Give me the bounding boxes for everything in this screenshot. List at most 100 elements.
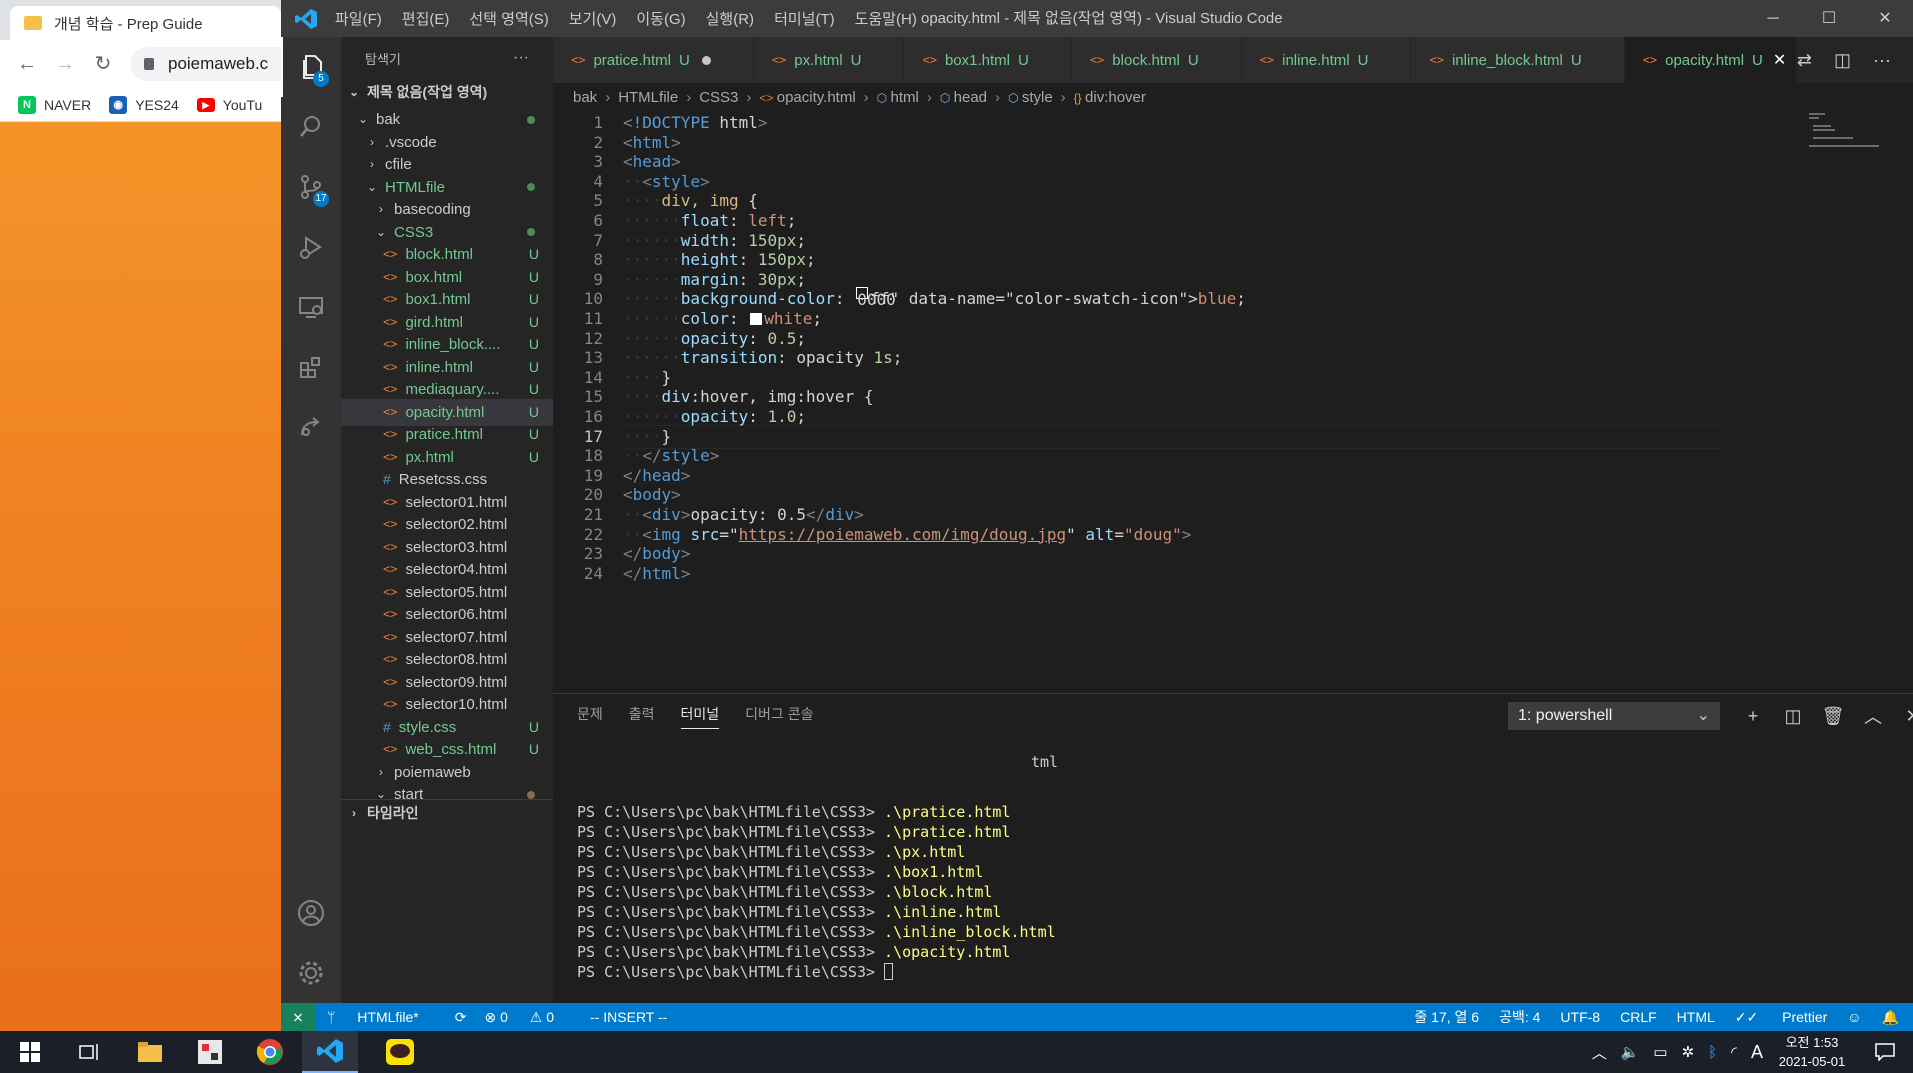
close-panel-icon[interactable]: ✕: [1893, 706, 1913, 727]
breadcrumb-item[interactable]: HTMLfile: [618, 89, 678, 106]
editor-tab[interactable]: <> inline.html U: [1241, 37, 1412, 83]
terminal[interactable]: tml PS C:\Users\pc\bak\HTMLfile\CSS3> .\…: [577, 752, 1897, 982]
breadcrumb-item[interactable]: CSS3: [699, 89, 738, 106]
code-line[interactable]: ··<img src="https://poiemaweb.com/img/do…: [623, 523, 1191, 547]
battery-icon[interactable]: ▭: [1653, 1043, 1667, 1061]
chevron-right-icon: ›: [1060, 88, 1066, 106]
git-branch[interactable]: ᛘ HTMLfile*: [327, 1009, 437, 1025]
new-terminal-icon[interactable]: +: [1733, 706, 1773, 727]
menu-run[interactable]: 실행(R): [706, 8, 754, 29]
windows-start-icon[interactable]: [2, 1031, 58, 1073]
language-mode[interactable]: HTML: [1677, 1009, 1715, 1025]
bookmark-youtube[interactable]: ▶ YouTu: [196, 97, 262, 113]
file-explorer-icon[interactable]: [122, 1031, 178, 1073]
warning-count: 0: [546, 1008, 555, 1025]
ime-indicator[interactable]: A: [1751, 1042, 1763, 1063]
notifications-bell-icon[interactable]: 🔔: [1882, 1009, 1899, 1026]
extensions-icon[interactable]: [281, 337, 341, 397]
bluetooth-icon[interactable]: ᛒ: [1708, 1044, 1717, 1061]
more-icon[interactable]: ···: [1873, 50, 1891, 71]
notification-center-icon[interactable]: [1857, 1031, 1913, 1073]
close-window-icon[interactable]: ✕: [1857, 0, 1913, 37]
wifi-icon[interactable]: ◜: [1731, 1043, 1737, 1061]
breadcrumb-item[interactable]: {} div:hover: [1074, 89, 1146, 106]
editor-tab[interactable]: <> pratice.html U: [553, 37, 754, 83]
explorer-icon[interactable]: 5: [281, 37, 341, 97]
source-control-icon[interactable]: 17: [281, 157, 341, 217]
back-arrow-icon[interactable]: ←: [16, 53, 38, 75]
search-icon[interactable]: [281, 97, 341, 157]
cursor-position[interactable]: 줄 17, 열 6: [1414, 1007, 1479, 1027]
menu-edit[interactable]: 편집(E): [402, 8, 450, 29]
minimize-icon[interactable]: ─: [1745, 0, 1801, 37]
sync-icon[interactable]: ⟳: [455, 1009, 467, 1026]
live-share-icon[interactable]: [281, 397, 341, 457]
breadcrumb-item[interactable]: ⬡ head: [940, 89, 987, 106]
minimap[interactable]: [1799, 111, 1899, 171]
tab-debug-console[interactable]: 디버그 콘솔: [745, 704, 813, 728]
remote-indicator-icon[interactable]: ⨯: [281, 1003, 315, 1031]
bookmark-naver[interactable]: N NAVER: [18, 95, 91, 114]
editor-tab[interactable]: <> box1.html U: [904, 37, 1072, 83]
split-editor-icon[interactable]: ◫: [1834, 50, 1851, 71]
prettier-status[interactable]: ✓✓ Prettier: [1735, 1009, 1827, 1026]
breadcrumb-item[interactable]: bak: [573, 89, 597, 106]
network-settings-icon[interactable]: ✲: [1682, 1043, 1695, 1061]
browser-tab[interactable]: 개념 학습 - Prep Guide: [10, 6, 281, 40]
forward-arrow-icon[interactable]: →: [54, 53, 76, 75]
workspace-root[interactable]: ⌄ 제목 없음(작업 영역): [341, 79, 553, 106]
kakaotalk-icon[interactable]: [372, 1031, 428, 1073]
menu-view[interactable]: 보기(V): [569, 8, 617, 29]
feedback-icon[interactable]: ☺: [1847, 1009, 1861, 1025]
chrome-icon[interactable]: [242, 1031, 298, 1073]
settings-gear-icon[interactable]: [281, 943, 341, 1003]
menu-terminal[interactable]: 터미널(T): [774, 8, 835, 29]
terminal-prompt: PS C:\Users\pc\bak\HTMLfile\CSS3>: [577, 823, 885, 841]
terminal-select[interactable]: 1: powershell ⌄: [1508, 702, 1720, 730]
split-terminal-icon[interactable]: ◫: [1773, 706, 1813, 727]
clock[interactable]: 오전 1:53 2021-05-01: [1767, 1033, 1857, 1071]
maximize-icon[interactable]: ☐: [1801, 0, 1857, 37]
compare-changes-icon[interactable]: ⇄: [1797, 50, 1812, 71]
editor-tab[interactable]: <> block.html U: [1071, 37, 1242, 83]
vscode-taskbar-icon[interactable]: [302, 1031, 358, 1073]
breadcrumb-item[interactable]: <> opacity.html: [759, 89, 855, 106]
volume-icon[interactable]: 🔈: [1621, 1043, 1640, 1061]
trash-icon[interactable]: 🗑: [1813, 706, 1853, 727]
task-view-icon[interactable]: [62, 1031, 118, 1073]
bookmark-yes24[interactable]: ◉ YES24: [109, 95, 179, 114]
yes24-icon: ◉: [109, 95, 128, 114]
editor-tab[interactable]: <> px.html U: [753, 37, 905, 83]
tab-terminal[interactable]: 터미널: [680, 704, 720, 729]
line-ending[interactable]: CRLF: [1620, 1009, 1657, 1025]
code-editor[interactable]: 1 <!DOCTYPE html> 2 <html> 3 <head> 4 ··<style>…: [553, 111, 1913, 696]
encoding[interactable]: UTF-8: [1560, 1009, 1600, 1025]
more-actions-icon[interactable]: ···: [513, 49, 529, 67]
menu-selection[interactable]: 선택 영역(S): [469, 8, 548, 29]
remote-explorer-icon[interactable]: [281, 277, 341, 337]
account-icon[interactable]: [281, 883, 341, 943]
menu-help[interactable]: 도움말(H): [855, 8, 917, 29]
reload-icon[interactable]: ↻: [92, 53, 114, 75]
explorer-title: 탐색기: [365, 51, 401, 67]
maximize-panel-icon[interactable]: ︿: [1853, 703, 1893, 729]
run-debug-icon[interactable]: [281, 217, 341, 277]
breadcrumb-item[interactable]: ⬡ style: [1008, 89, 1053, 106]
problems-status[interactable]: ⊗ 0 ⚠ 0: [485, 1009, 573, 1026]
breadcrumb-item[interactable]: ⬡ html: [877, 89, 919, 106]
chevron-right-icon: ›: [605, 88, 611, 106]
code-line[interactable]: </html>: [623, 562, 690, 586]
tab-output[interactable]: 출력: [629, 704, 655, 728]
timeline-section[interactable]: › 타임라인: [341, 799, 553, 826]
editor-tab[interactable]: <> opacity.html U ✕: [1624, 37, 1798, 83]
chevron-up-icon[interactable]: ︿: [1592, 1042, 1607, 1063]
menu-file[interactable]: 파일(F): [335, 8, 382, 29]
close-tab-icon[interactable]: ✕: [1773, 50, 1786, 70]
app-icon[interactable]: [182, 1031, 238, 1073]
editor-tab[interactable]: <> inline_block.html U: [1411, 37, 1625, 83]
status-left: ᛘ HTMLfile* ⟳ ⊗ 0 ⚠ 0 -- INSERT --: [327, 1003, 685, 1031]
menu-go[interactable]: 이동(G): [636, 8, 685, 29]
address-bar[interactable]: poiemaweb.c: [130, 47, 281, 81]
tab-problems[interactable]: 문제: [577, 704, 603, 728]
indentation[interactable]: 공백: 4: [1499, 1007, 1540, 1027]
